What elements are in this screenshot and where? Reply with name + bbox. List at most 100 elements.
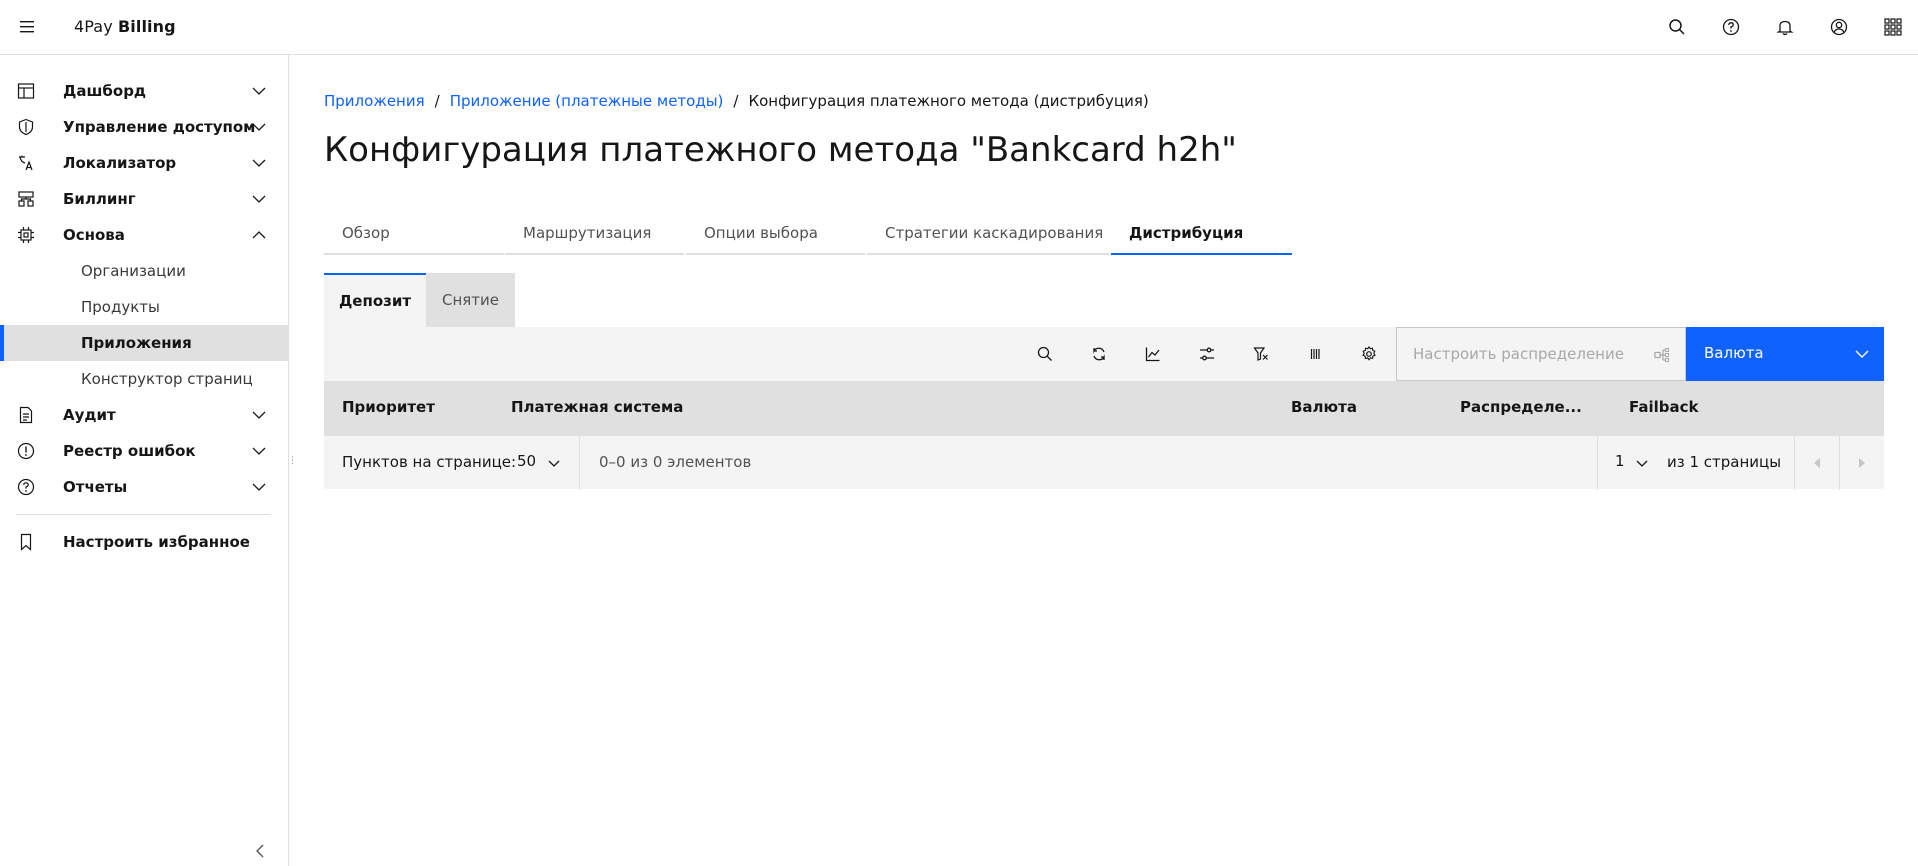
tab-selection-options[interactable]: Опции выбора bbox=[686, 218, 865, 255]
next-page-button[interactable] bbox=[1840, 436, 1884, 490]
chevron-down-icon[interactable] bbox=[1632, 453, 1652, 473]
help-icon[interactable] bbox=[1719, 15, 1743, 39]
question-icon bbox=[16, 477, 36, 497]
brand-prefix: 4Pay bbox=[74, 17, 113, 36]
sidebar-item-core[interactable]: Основа bbox=[0, 217, 289, 253]
collapse-sidebar-icon[interactable] bbox=[250, 841, 270, 861]
columns-icon[interactable] bbox=[1303, 342, 1327, 366]
chevron-down-icon bbox=[250, 478, 268, 496]
filter-settings-icon[interactable] bbox=[1195, 342, 1219, 366]
previous-page-button[interactable] bbox=[1795, 436, 1839, 490]
tab-bar: Обзор Маршрутизация Опции выбора Стратег… bbox=[324, 218, 1292, 255]
items-per-page-label: Пунктов на странице: bbox=[342, 453, 517, 471]
page-number-select[interactable]: 1 bbox=[1615, 452, 1625, 470]
breadcrumb-link-application[interactable]: Приложение (платежные методы) bbox=[450, 92, 724, 110]
user-icon[interactable] bbox=[1827, 15, 1851, 39]
chevron-down-icon bbox=[250, 82, 268, 100]
app-brand[interactable]: 4Pay Billing bbox=[74, 17, 176, 36]
currency-dropdown-label: Валюта bbox=[1704, 344, 1764, 362]
sidebar-item-label: Дашборд bbox=[63, 82, 147, 100]
chevron-down-icon bbox=[1852, 344, 1872, 364]
caret-left-icon bbox=[1814, 458, 1820, 468]
bookmark-icon bbox=[16, 532, 36, 552]
sidebar-subitem-applications[interactable]: Приложения bbox=[0, 325, 289, 361]
chevron-down-icon bbox=[250, 118, 268, 136]
warning-icon bbox=[16, 441, 36, 461]
distribution-tree-icon[interactable] bbox=[1653, 345, 1673, 365]
breadcrumb: Приложения / Приложение (платежные метод… bbox=[324, 92, 1149, 110]
brand-name: Billing bbox=[117, 17, 176, 36]
chart-icon[interactable] bbox=[1141, 342, 1165, 366]
sidebar-item-billing[interactable]: Биллинг bbox=[0, 181, 289, 217]
sidebar-item-label: Отчеты bbox=[63, 478, 128, 496]
sidebar: Дашборд Управление доступом Локализатор … bbox=[0, 55, 289, 866]
column-header-priority[interactable]: Приоритет bbox=[342, 398, 435, 416]
search-icon[interactable] bbox=[1665, 15, 1689, 39]
chevron-down-icon bbox=[250, 154, 268, 172]
chevron-down-icon bbox=[250, 406, 268, 424]
distribution-input[interactable] bbox=[1397, 328, 1687, 380]
sidebar-subitem-page-builder[interactable]: Конструктор страниц bbox=[0, 361, 289, 397]
app-header: 4Pay Billing bbox=[0, 0, 1918, 55]
pagination: Пунктов на странице: 50 0–0 из 0 элемент… bbox=[324, 435, 1884, 490]
sidebar-item-favorites[interactable]: Настроить избранное bbox=[0, 524, 289, 560]
total-pages-text: из 1 страницы bbox=[1667, 453, 1782, 471]
table-header: Приоритет Платежная система Валюта Распр… bbox=[324, 381, 1884, 435]
resize-handle-icon[interactable]: ⋮ bbox=[288, 456, 297, 466]
sidebar-item-label: Биллинг bbox=[63, 190, 136, 208]
chevron-down-icon bbox=[250, 442, 268, 460]
breadcrumb-separator: / bbox=[733, 92, 739, 110]
sidebar-item-label: Аудит bbox=[63, 406, 116, 424]
sidebar-item-localizer[interactable]: Локализатор bbox=[0, 145, 289, 181]
breadcrumb-link-applications[interactable]: Приложения bbox=[324, 92, 425, 110]
breadcrumb-separator: / bbox=[434, 92, 440, 110]
tab-withdrawal[interactable]: Снятие bbox=[426, 273, 515, 327]
column-header-failback[interactable]: Failback bbox=[1629, 398, 1699, 416]
chevron-down-icon[interactable] bbox=[544, 453, 564, 473]
sidebar-subitem-products[interactable]: Продукты bbox=[0, 289, 289, 325]
document-icon bbox=[16, 405, 36, 425]
chevron-up-icon bbox=[250, 226, 268, 244]
dashboard-icon bbox=[16, 81, 36, 101]
clear-filter-icon[interactable] bbox=[1249, 342, 1273, 366]
sidebar-subitem-label: Организации bbox=[81, 262, 186, 280]
sidebar-subitem-label: Конструктор страниц bbox=[81, 370, 253, 388]
sidebar-divider bbox=[16, 514, 271, 515]
settings-icon[interactable] bbox=[1357, 342, 1381, 366]
sidebar-item-label: Основа bbox=[63, 226, 125, 244]
sidebar-item-label: Управление доступом bbox=[63, 118, 256, 136]
chip-icon bbox=[16, 225, 36, 245]
shield-icon bbox=[16, 117, 36, 137]
pagination-divider bbox=[1597, 436, 1598, 490]
translate-icon bbox=[16, 153, 36, 173]
sidebar-item-access[interactable]: Управление доступом bbox=[0, 109, 289, 145]
tab-distribution[interactable]: Дистрибуция bbox=[1111, 218, 1292, 255]
tab-routing[interactable]: Маршрутизация bbox=[505, 218, 684, 255]
column-header-payment-system[interactable]: Платежная система bbox=[511, 398, 683, 416]
table-toolbar: Валюта bbox=[324, 327, 1884, 381]
column-header-distribution[interactable]: Распределе... bbox=[1460, 398, 1582, 416]
sidebar-item-audit[interactable]: Аудит bbox=[0, 397, 289, 433]
sidebar-item-dashboard[interactable]: Дашборд bbox=[0, 73, 289, 109]
tab-deposit[interactable]: Депозит bbox=[324, 273, 426, 327]
sidebar-item-label: Локализатор bbox=[63, 154, 177, 172]
tab-overview[interactable]: Обзор bbox=[324, 218, 504, 255]
refresh-icon[interactable] bbox=[1087, 342, 1111, 366]
billing-icon bbox=[16, 189, 36, 209]
sidebar-subitem-organizations[interactable]: Организации bbox=[0, 253, 289, 289]
sidebar-subitem-label: Продукты bbox=[81, 298, 160, 316]
sidebar-item-error-registry[interactable]: Реестр ошибок bbox=[0, 433, 289, 469]
currency-dropdown[interactable]: Валюта bbox=[1686, 327, 1884, 381]
menu-icon[interactable] bbox=[16, 15, 40, 39]
distribution-field bbox=[1396, 327, 1687, 381]
search-icon[interactable] bbox=[1033, 342, 1057, 366]
column-header-currency[interactable]: Валюта bbox=[1291, 398, 1357, 416]
tab-cascading-strategies[interactable]: Стратегии каскадирования bbox=[867, 218, 1109, 255]
sidebar-item-reports[interactable]: Отчеты bbox=[0, 469, 289, 505]
notification-icon[interactable] bbox=[1773, 15, 1797, 39]
page-size-select[interactable]: 50 bbox=[517, 452, 536, 470]
chevron-down-icon bbox=[250, 190, 268, 208]
app-switcher-icon[interactable] bbox=[1881, 15, 1905, 39]
sidebar-item-label: Реестр ошибок bbox=[63, 442, 196, 460]
item-range-text: 0–0 из 0 элементов bbox=[599, 453, 752, 471]
